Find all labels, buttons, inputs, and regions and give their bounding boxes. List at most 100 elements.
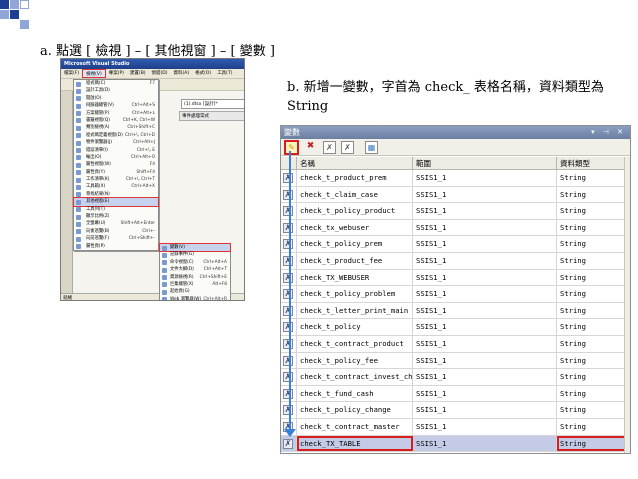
variable-scope[interactable]: SSIS1_1 xyxy=(413,186,557,203)
variable-row[interactable]: ✗ check_t_policy_product SSIS1_1 String xyxy=(281,203,630,220)
window-controls[interactable]: ▾ ⊣ ✕ xyxy=(591,126,626,139)
add-variable-button[interactable]: ✎ xyxy=(284,140,299,155)
variable-scope[interactable]: SSIS1_1 xyxy=(413,418,557,435)
variable-row[interactable]: ✗ check_t_policy_change SSIS1_1 String xyxy=(281,402,630,419)
variable-row[interactable]: ✗ check_t_policy SSIS1_1 String xyxy=(281,319,630,336)
variable-data-type[interactable]: String xyxy=(557,336,630,352)
header-name[interactable]: 名稱 xyxy=(297,157,413,169)
variable-scope[interactable]: SSIS1_1 xyxy=(413,402,557,418)
view-menu-item[interactable]: 程式碼定義視窗(D) Ctrl+\, Ctrl+D xyxy=(74,132,158,139)
view-menu-item[interactable]: 輸出(O) Ctrl+Alt+O xyxy=(74,154,158,161)
variable-scope[interactable]: SSIS1_1 xyxy=(413,252,557,269)
submenu-item[interactable]: 資源檢視(R) Ctrl+Shift+E xyxy=(160,274,230,281)
variable-row[interactable]: ✗ check_t_contract_product SSIS1_1 String xyxy=(281,335,630,353)
variable-scope[interactable]: SSIS1_1 xyxy=(413,203,557,219)
variable-scope[interactable]: SSIS1_1 xyxy=(413,335,557,352)
variable-scope[interactable]: SSIS1_1 xyxy=(413,170,557,186)
view-menu-item[interactable]: 方案總管(P) Ctrl+Alt+L xyxy=(74,110,158,117)
choose-columns-button[interactable]: ▦ xyxy=(365,141,378,154)
variable-scope[interactable]: SSIS1_1 xyxy=(413,369,557,385)
variable-row[interactable]: ✗ check_t_letter_print_main SSIS1_1 String xyxy=(281,302,630,320)
view-menu-item[interactable]: 尋找結果(N) xyxy=(74,191,158,198)
variable-row[interactable]: ✗ check_t_contract_invest_chg SSIS1_1 Strin… xyxy=(281,369,630,386)
variable-data-type[interactable]: String xyxy=(557,419,630,435)
header-data-type[interactable]: 資料類型 xyxy=(557,157,630,169)
view-menu-item[interactable]: 顯示比例(Z) xyxy=(74,213,158,220)
view-menu-item[interactable]: 其他視窗(E) xyxy=(73,197,159,207)
variable-scope[interactable]: SSIS1_1 xyxy=(413,319,557,335)
variable-row[interactable]: ✗ check_t_policy_prem SSIS1_1 String xyxy=(281,236,630,253)
vs-menu-4[interactable]: 偵錯(D) xyxy=(149,69,171,78)
variable-name[interactable]: check_tx_webuser xyxy=(297,219,413,236)
variable-data-type[interactable]: String xyxy=(557,402,630,418)
variable-scope[interactable]: SSIS1_1 xyxy=(413,286,557,302)
view-menu-item[interactable]: 屬性頁(Y) Shift+F4 xyxy=(74,169,158,176)
view-menu-item[interactable]: 工具箱(X) Ctrl+Alt+X xyxy=(74,183,158,190)
view-menu-item[interactable]: 全螢幕(U) Shift+Alt+Enter xyxy=(74,220,158,227)
vs-menu-7[interactable]: 工具(T) xyxy=(214,69,235,78)
variable-row[interactable]: ✗ check_TX_WEBUSER SSIS1_1 String xyxy=(281,269,630,287)
variable-row[interactable]: ✗ check_t_fund_cash SSIS1_1 String xyxy=(281,385,630,403)
variable-data-type[interactable]: String xyxy=(557,386,630,402)
variable-name[interactable]: check_t_contract_invest_chg xyxy=(297,369,413,385)
view-menu-item[interactable]: 工作清單(K) Ctrl+\, Ctrl+T xyxy=(74,176,158,183)
view-menu-item[interactable]: 向前巡覽(F) Ctrl+Shift+- xyxy=(74,235,158,242)
submenu-item[interactable]: 命令視窗(C) Ctrl+Alt+A xyxy=(160,259,230,266)
view-menu-item[interactable]: 向後巡覽(B) Ctrl+- xyxy=(74,228,158,235)
show-system-variables-button[interactable]: ✗ xyxy=(323,141,336,154)
variable-row[interactable]: ✗ check_t_policy_fee SSIS1_1 String xyxy=(281,352,630,370)
variable-name[interactable]: check_TX_WEBUSER xyxy=(297,269,413,286)
submenu-item[interactable]: Web 瀏覽器(W) Ctrl+Alt+R xyxy=(160,296,230,300)
variable-scope[interactable]: SSIS1_1 xyxy=(413,435,557,452)
view-menu-item[interactable]: 屬性視窗(W) F4 xyxy=(74,161,158,168)
vs-menu-5[interactable]: 資料(A) xyxy=(171,69,193,78)
variable-data-type[interactable]: String xyxy=(557,236,630,252)
variable-row[interactable]: ✗ check_t_product_prem SSIS1_1 String xyxy=(281,170,630,187)
variable-name[interactable]: check_TX_TABLE xyxy=(297,435,413,452)
variable-data-type[interactable]: String xyxy=(557,286,630,302)
variable-data-type[interactable]: String xyxy=(557,353,630,369)
variable-name[interactable]: check_t_contract_master xyxy=(297,418,413,435)
variable-row[interactable]: ✗ check_tx_webuser SSIS1_1 String xyxy=(281,219,630,237)
view-menu-item[interactable]: 開啟(O) xyxy=(74,95,158,102)
variable-name[interactable]: check_t_policy_product xyxy=(297,203,413,219)
variable-name[interactable]: check_t_policy_fee xyxy=(297,352,413,369)
variable-scope[interactable]: SSIS1_1 xyxy=(413,352,557,369)
grid-scrollbar[interactable] xyxy=(624,157,630,453)
variable-scope[interactable]: SSIS1_1 xyxy=(413,219,557,236)
view-menu-item[interactable]: 書籤視窗(Q) Ctrl+K, Ctrl+W xyxy=(74,117,158,124)
delete-variable-button[interactable]: ✖ xyxy=(304,141,317,154)
variable-scope[interactable]: SSIS1_1 xyxy=(413,236,557,252)
variable-name[interactable]: check_t_letter_print_main xyxy=(297,302,413,319)
variable-data-type[interactable]: String xyxy=(557,220,630,236)
view-menu-item[interactable]: 屬性頁(P) xyxy=(74,243,158,250)
submenu-item[interactable]: 文件大綱(D) Ctrl+Alt+T xyxy=(160,266,230,273)
view-menu-item[interactable]: 錯誤清單(I) Ctrl+\, E xyxy=(74,147,158,154)
show-all-variables-button[interactable]: ✗ xyxy=(341,141,354,154)
view-menu-item[interactable]: 物件瀏覽器(J) Ctrl+Alt+J xyxy=(74,139,158,146)
variable-data-type[interactable]: String xyxy=(557,203,630,219)
variable-row[interactable]: ✗ check_t_policy_problem SSIS1_1 String xyxy=(281,286,630,303)
view-menu-item[interactable]: 程式碼(C) F7 xyxy=(74,80,158,87)
view-menu-item[interactable]: 類別檢視(A) Ctrl+Shift+C xyxy=(74,124,158,131)
variable-data-type[interactable]: String xyxy=(557,303,630,319)
variable-name[interactable]: check_t_policy_change xyxy=(297,402,413,418)
variable-data-type[interactable]: String xyxy=(557,253,630,269)
submenu-item[interactable]: 巨集總管(X) Alt+F8 xyxy=(160,281,230,288)
variable-name[interactable]: check_t_contract_product xyxy=(297,335,413,352)
submenu-item[interactable]: 起始頁(G) xyxy=(160,288,230,295)
variable-data-type[interactable]: String xyxy=(557,187,630,203)
submenu-item[interactable]: 變數(V) xyxy=(159,242,231,253)
variable-name[interactable]: check_t_claim_case xyxy=(297,186,413,203)
variable-scope[interactable]: SSIS1_1 xyxy=(413,269,557,286)
variable-name[interactable]: check_t_product_prem xyxy=(297,170,413,186)
header-scope[interactable]: 範圍 xyxy=(413,157,557,169)
variable-name[interactable]: check_t_product_fee xyxy=(297,252,413,269)
vs-designer-tab[interactable]: (1).dtsx [設計]* xyxy=(181,99,244,109)
vs-event-handler-tab[interactable]: 事件處理常式 xyxy=(179,111,244,121)
view-menu-item[interactable]: 伺服器總管(V) Ctrl+Alt+S xyxy=(74,102,158,109)
variable-data-type[interactable]: String xyxy=(557,435,630,452)
vs-menu-2[interactable]: 專案(P) xyxy=(106,69,127,78)
variable-data-type[interactable]: String xyxy=(557,319,630,335)
submenu-item[interactable]: 記錄事件(G) xyxy=(160,251,230,258)
